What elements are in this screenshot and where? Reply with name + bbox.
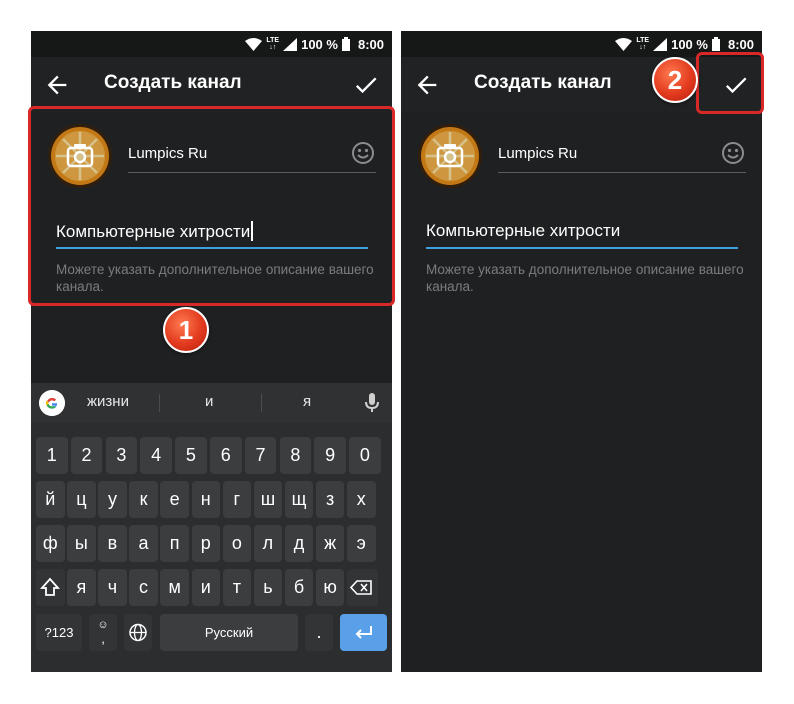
microphone-icon[interactable] bbox=[362, 391, 382, 415]
key-letter[interactable]: с bbox=[129, 569, 158, 606]
key-2[interactable]: 2 bbox=[70, 437, 103, 474]
description-hint: Можете указать дополнительное описание в… bbox=[426, 262, 744, 294]
backspace-key[interactable] bbox=[347, 569, 378, 606]
key-letter[interactable]: к bbox=[129, 481, 158, 518]
channel-description-input[interactable]: Компьютерные хитрости bbox=[426, 217, 738, 249]
key-letter[interactable]: т bbox=[222, 569, 252, 606]
key-letter[interactable]: н bbox=[191, 481, 220, 518]
google-g-icon[interactable] bbox=[39, 390, 65, 416]
key-letter[interactable]: г bbox=[222, 481, 252, 518]
key-letter[interactable]: д bbox=[284, 525, 314, 562]
shift-key[interactable] bbox=[36, 569, 65, 606]
suggestion-strip: жизни и я bbox=[31, 383, 392, 423]
battery-percent: 100 % bbox=[301, 36, 338, 52]
step-badge-2: 2 bbox=[652, 57, 698, 103]
key-letter[interactable]: п bbox=[160, 525, 189, 562]
highlight-box-fields bbox=[28, 106, 395, 306]
suggestion-divider bbox=[261, 394, 262, 412]
key-3[interactable]: 3 bbox=[105, 437, 138, 474]
battery-icon bbox=[711, 37, 720, 51]
key-letter[interactable]: ы bbox=[67, 525, 96, 562]
phone-screen-right: LTE ↓↑ 100 % 8:00 Создать канал Lumpics … bbox=[401, 31, 762, 672]
highlight-box-confirm bbox=[696, 52, 764, 114]
page-title: Создать канал bbox=[474, 72, 612, 93]
key-5[interactable]: 5 bbox=[175, 437, 207, 474]
key-9[interactable]: 9 bbox=[314, 437, 346, 474]
key-letter[interactable]: ф bbox=[36, 525, 65, 562]
lte-icon: LTE ↓↑ bbox=[266, 37, 280, 51]
battery-icon bbox=[341, 37, 350, 51]
symbols-key[interactable]: ?123 bbox=[36, 614, 82, 651]
language-key[interactable] bbox=[124, 614, 152, 651]
key-0[interactable]: 0 bbox=[349, 437, 381, 474]
period-key[interactable]: . bbox=[305, 614, 333, 651]
suggestion-3[interactable]: я bbox=[303, 393, 311, 410]
key-letter[interactable]: б bbox=[284, 569, 314, 606]
signal-icon bbox=[283, 37, 298, 51]
key-letter[interactable]: ь bbox=[253, 569, 283, 606]
key-7[interactable]: 7 bbox=[244, 437, 277, 474]
key-letter[interactable]: у bbox=[98, 481, 127, 518]
key-letter[interactable]: ш bbox=[253, 481, 283, 518]
key-letter[interactable]: в bbox=[98, 525, 127, 562]
suggestion-1[interactable]: жизни bbox=[87, 393, 129, 410]
key-letter[interactable]: з bbox=[315, 481, 345, 518]
key-letter[interactable]: щ bbox=[284, 481, 314, 518]
channel-description-value: Компьютерные хитрости bbox=[426, 221, 621, 240]
signal-icon bbox=[653, 37, 668, 51]
key-letter[interactable]: ч bbox=[98, 569, 127, 606]
emoji-icon[interactable] bbox=[720, 140, 746, 166]
key-4[interactable]: 4 bbox=[140, 437, 172, 474]
emoji-comma-key[interactable]: ☺, bbox=[89, 614, 117, 651]
back-arrow-icon[interactable] bbox=[43, 71, 71, 99]
backspace-icon bbox=[350, 580, 373, 595]
key-letter[interactable]: р bbox=[191, 525, 220, 562]
wifi-icon bbox=[615, 37, 633, 51]
key-1[interactable]: 1 bbox=[36, 437, 68, 474]
key-letter[interactable]: х bbox=[347, 481, 376, 518]
enter-icon bbox=[355, 626, 372, 639]
key-letter[interactable]: и bbox=[191, 569, 220, 606]
channel-name-value: Lumpics Ru bbox=[498, 145, 578, 162]
key-6[interactable]: 6 bbox=[210, 437, 242, 474]
clock: 8:00 bbox=[727, 36, 754, 52]
channel-avatar[interactable] bbox=[418, 124, 482, 188]
lte-icon: LTE ↓↑ bbox=[636, 37, 650, 51]
key-letter[interactable]: ц bbox=[67, 481, 96, 518]
key-letter[interactable]: м bbox=[160, 569, 189, 606]
emoji-small-icon: ☺ bbox=[97, 619, 109, 631]
channel-name-input[interactable]: Lumpics Ru bbox=[498, 142, 746, 173]
enter-key[interactable] bbox=[340, 614, 387, 651]
wifi-icon bbox=[245, 37, 263, 51]
key-8[interactable]: 8 bbox=[279, 437, 312, 474]
onscreen-keyboard: жизни и я 1234567890 йцукенгшщзх фывапролд… bbox=[31, 383, 392, 672]
step-badge-1: 1 bbox=[163, 307, 209, 353]
confirm-check-icon[interactable] bbox=[352, 71, 380, 99]
key-letter[interactable]: ю bbox=[315, 569, 345, 606]
key-letter[interactable]: о bbox=[222, 525, 252, 562]
app-bar: Создать канал bbox=[31, 57, 392, 113]
back-arrow-icon[interactable] bbox=[413, 71, 441, 99]
comma-label: , bbox=[101, 631, 105, 646]
globe-icon bbox=[129, 623, 147, 642]
key-letter[interactable]: а bbox=[129, 525, 158, 562]
status-bar: LTE ↓↑ 100 % 8:00 bbox=[31, 31, 392, 57]
battery-percent: 100 % bbox=[671, 36, 708, 52]
key-letter[interactable]: э bbox=[347, 525, 376, 562]
suggestion-divider bbox=[159, 394, 160, 412]
key-letter[interactable]: ж bbox=[315, 525, 345, 562]
clock: 8:00 bbox=[357, 36, 384, 52]
key-letter[interactable]: е bbox=[160, 481, 189, 518]
orange-slice-image bbox=[418, 124, 482, 188]
shift-icon bbox=[40, 577, 61, 596]
page-title: Создать канал bbox=[104, 72, 242, 93]
key-letter[interactable]: й bbox=[36, 481, 65, 518]
suggestion-2[interactable]: и bbox=[205, 393, 213, 410]
space-key[interactable]: Русский bbox=[160, 614, 298, 651]
key-letter[interactable]: я bbox=[67, 569, 96, 606]
key-letter[interactable]: л bbox=[253, 525, 283, 562]
